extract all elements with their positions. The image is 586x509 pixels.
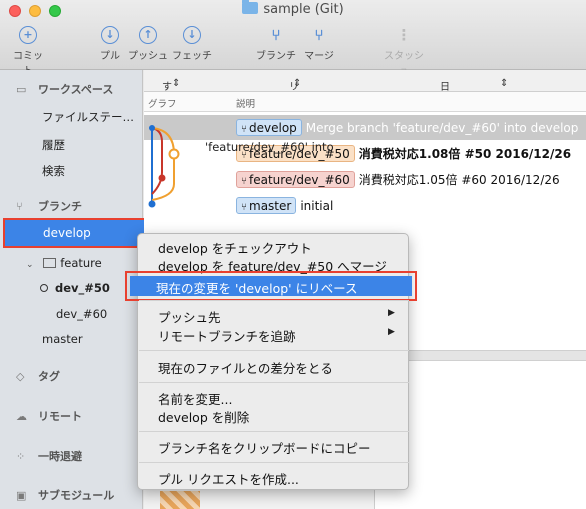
sidebar-section-workspace[interactable]: ▭ ワークスペース [16, 81, 113, 97]
submodule-icon: ▣ [16, 489, 27, 502]
menu-item-diff[interactable]: 現在のファイルとの差分をとる [158, 358, 333, 377]
menu-item-rename[interactable]: 名前を変更... [158, 389, 232, 408]
filter-bar: すべてのブランチ ⇕ リモートブランチを表示 ⇕ 日付で並べ替え ⇕ [144, 70, 586, 243]
stash-icon: ⋮ [396, 26, 412, 44]
pull-button[interactable]: ↓ プル [98, 26, 122, 62]
sidebar-item-dev-50[interactable]: dev_#50 [40, 281, 110, 295]
sidebar-item-history[interactable]: 履歴 [42, 137, 65, 153]
sidebar-item-master[interactable]: master [42, 332, 83, 346]
branch-icon: ⑂ [241, 202, 247, 213]
menu-item-pull-request[interactable]: プル リクエストを作成... [158, 469, 299, 488]
branch-badge-develop: ⑂ develop [236, 119, 302, 136]
plus-icon: + [19, 26, 37, 44]
sidebar-section-branches[interactable]: ⑂ ブランチ [16, 198, 82, 214]
description-column-header[interactable]: 説明 [236, 96, 255, 110]
branch-badge-dev60: ⑂ feature/dev_#60 [236, 171, 355, 188]
branch-context-menu: develop をチェックアウト develop を feature/dev_#… [125, 233, 417, 490]
menu-item-track-remote[interactable]: リモートブランチを追跡 ▶ [158, 326, 395, 345]
branch-icon: ⑂ [241, 124, 247, 135]
menu-separator [139, 300, 409, 301]
sidebar-item-feature-folder[interactable]: ⌄ feature [26, 256, 102, 270]
merge-button[interactable]: ⑂ マージ [302, 26, 336, 62]
window-title: sample (Git) [0, 0, 586, 17]
graph-column-header[interactable]: グラフ [148, 96, 177, 110]
commit-node-develop[interactable] [149, 125, 155, 131]
chevron-down-icon[interactable]: ⌄ [26, 260, 34, 270]
branch-icon: ⑂ [241, 176, 247, 187]
sidebar-section-tags[interactable]: ◇ タグ [16, 368, 60, 384]
sidebar-item-develop[interactable]: develop [3, 218, 153, 248]
folder-icon [242, 0, 259, 14]
branch-icon: ⑂ [16, 200, 23, 213]
sidebar-item-file-status[interactable]: ファイルステー… [42, 109, 134, 125]
tag-icon: ◇ [16, 370, 25, 383]
branch-button[interactable]: ⑂ ブランチ [256, 26, 296, 62]
commit-node-dev60[interactable] [158, 174, 166, 182]
commit-node-dev50[interactable] [168, 148, 180, 160]
menu-separator [139, 462, 409, 463]
arrow-down-icon: ↓ [101, 26, 119, 44]
sidebar: ▭ ワークスペース ファイルステー… 履歴 検索 ⑂ ブランチ develop ⌄ … [0, 70, 153, 509]
commit-graph [148, 125, 180, 208]
sidebar-section-submodules[interactable]: ▣ サブモジュール [16, 487, 114, 503]
commit-row-dev60[interactable]: ⑂ feature/dev_#60 消費税対応1.05倍 #60 2016/12/2… [236, 171, 560, 189]
sidebar-section-stashes[interactable]: ⁘ 一時退避 [16, 448, 82, 464]
avatar [160, 491, 200, 509]
commit-row-develop[interactable]: ⑂ develop Merge branch 'feature/dev_#60' i… [236, 119, 578, 137]
menu-separator [139, 382, 409, 383]
commit-row-master[interactable]: ⑂ master initial [236, 197, 333, 215]
sidebar-section-remotes[interactable]: ☁ リモート [16, 408, 82, 424]
updown-icon: ⇕ [293, 78, 302, 89]
stash-icon: ⁘ [16, 450, 26, 463]
branch-badge-master: ⑂ master [236, 197, 297, 214]
folder-icon [43, 258, 57, 268]
menu-item-delete[interactable]: develop を削除 [158, 407, 249, 426]
monitor-icon: ▭ [16, 83, 27, 96]
fetch-button[interactable]: ↓ フェッチ [172, 26, 212, 62]
menu-item-rebase[interactable]: 現在の変更を 'develop' にリベース [125, 271, 417, 301]
sidebar-item-dev-60[interactable]: dev_#60 [56, 307, 107, 321]
menu-separator [139, 350, 409, 351]
updown-icon: ⇕ [172, 78, 181, 89]
fetch-icon: ↓ [183, 26, 201, 44]
updown-icon: ⇕ [500, 78, 509, 89]
merge-icon: ⑂ [314, 26, 324, 44]
arrow-up-icon: ↑ [139, 26, 157, 44]
menu-item-copy-name[interactable]: ブランチ名をクリップボードにコピー [158, 438, 371, 457]
sidebar-item-search[interactable]: 検索 [42, 163, 65, 179]
commit-message-snippet: 'feature/dev_#60' into [205, 140, 334, 154]
branch-icon: ⑂ [271, 26, 281, 44]
commit-node-master[interactable] [148, 200, 156, 208]
graph-line-dev60 [151, 127, 163, 195]
cloud-icon: ☁ [16, 410, 27, 423]
menu-separator [139, 431, 409, 432]
submenu-arrow-icon: ▶ [388, 327, 395, 337]
menu-item-push-to[interactable]: プッシュ先 ▶ [158, 307, 395, 326]
title-bar: sample (Git) +コミット ↓プル ↑プッシュ ↓フェッチ ⑂ブランチ… [0, 0, 586, 77]
menu-item-checkout[interactable]: develop をチェックアウト [158, 238, 312, 257]
submenu-arrow-icon: ▶ [388, 308, 395, 318]
current-branch-icon [40, 284, 48, 292]
push-button[interactable]: ↑ プッシュ [128, 26, 168, 62]
column-headers: グラフ 説明 [144, 92, 586, 112]
